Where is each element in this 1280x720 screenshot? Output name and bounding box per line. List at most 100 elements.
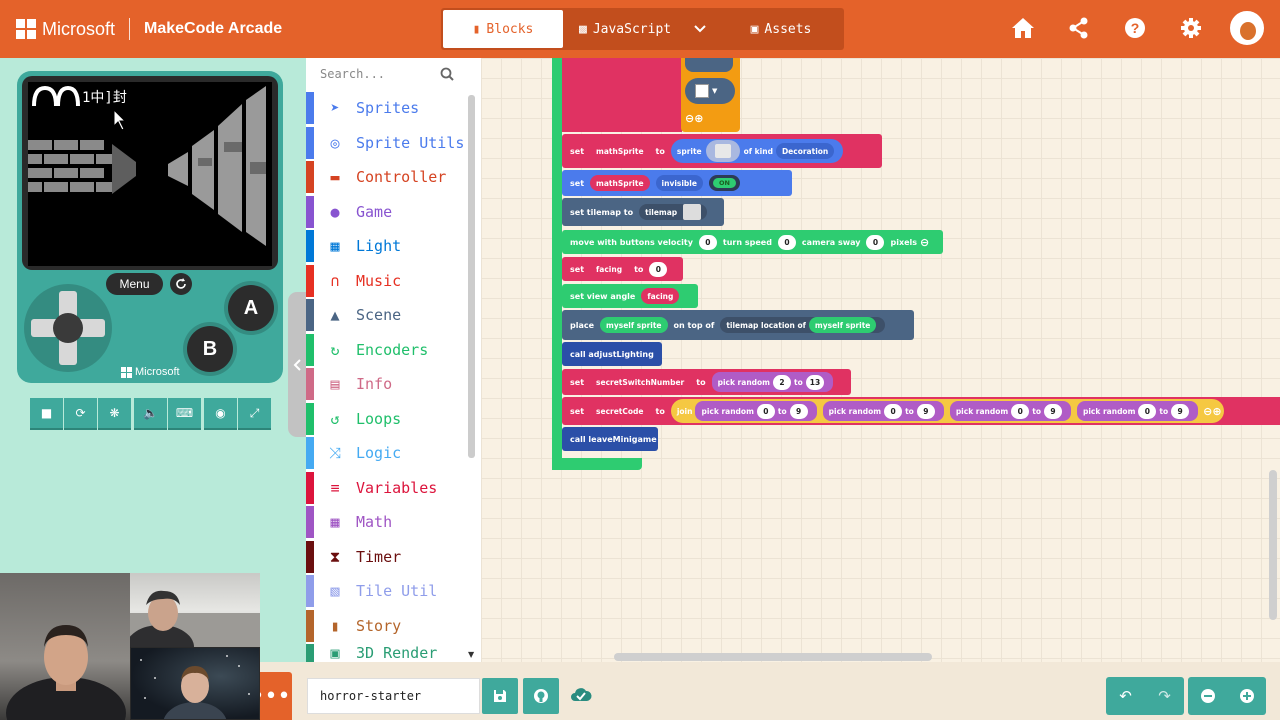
join-block[interactable]: join pick random 0 to 9 pick random 0 to 9 pic… [670, 399, 1224, 423]
toolbox-category-sprites[interactable]: ➤ Sprites [306, 92, 466, 124]
on-toggle[interactable]: ON [708, 175, 740, 191]
set-view-angle-block[interactable]: set view angle facing [562, 284, 698, 308]
place-on-tile-block[interactable]: place myself sprite on top of tilemap lo… [562, 310, 914, 340]
toolbox-scroll-down-icon[interactable]: ▼ [468, 650, 474, 659]
help-button[interactable]: ? [1118, 11, 1152, 45]
settings-button[interactable] [1174, 11, 1208, 45]
image-slot[interactable]: ▼ [685, 78, 735, 104]
call-adjust-lighting-block[interactable]: call adjustLighting [562, 342, 662, 366]
workspace-vertical-scrollbar[interactable] [1269, 470, 1277, 620]
add-remove-item-icon[interactable]: ⊖⊕ [685, 112, 703, 125]
set-secret-switch-block[interactable]: set secretSwitchNumber to pick random 2 … [562, 369, 851, 395]
collapse-simulator-button[interactable] [288, 292, 306, 437]
set-facing-block[interactable]: set facing to 0 [562, 257, 683, 281]
b-button[interactable]: B [187, 326, 233, 372]
toolbox-category-info[interactable]: ▤ Info [306, 368, 466, 400]
set-secret-code-block[interactable]: set secretCode to join pick random 0 to 9 p… [562, 397, 1280, 425]
toolbox-category-sprite-utils[interactable]: ◎ Sprite Utils [306, 126, 466, 159]
toolbox-category-light[interactable]: ▦ Light [306, 230, 466, 262]
random-min-value[interactable]: 0 [1011, 403, 1030, 419]
flag-dropdown[interactable]: invisible [655, 175, 703, 191]
zoom-out-button[interactable] [1188, 677, 1227, 715]
toolbox-scrollbar[interactable] [468, 95, 475, 458]
random-min-value[interactable]: 0 [1138, 403, 1157, 419]
pick-random-block[interactable]: pick random 0 to 9 [822, 401, 944, 421]
random-max-value[interactable]: 9 [789, 403, 808, 419]
language-dropdown[interactable] [685, 10, 715, 48]
toolbox-category-math[interactable]: ▦ Math [306, 506, 466, 538]
collapse-arg-icon[interactable]: ⊖ [920, 236, 929, 249]
set-tilemap-block[interactable]: set tilemap to tilemap [562, 198, 724, 226]
toolbox-category-scene[interactable]: ▲ Scene [306, 299, 466, 331]
var-dropdown[interactable]: secretSwitchNumber [590, 374, 691, 390]
random-max-value[interactable]: 9 [916, 403, 935, 419]
tab-assets[interactable]: ▣ Assets [721, 10, 841, 48]
toolbox-category-timer[interactable]: ⧗ Timer [306, 540, 466, 573]
toolbox-category-music[interactable]: ∩ Music [306, 264, 466, 297]
camera-sway-value[interactable]: 0 [866, 234, 885, 250]
tab-blocks[interactable]: ▮ Blocks [443, 10, 563, 48]
keyboard-button[interactable]: ⌨ [168, 398, 201, 430]
random-min-value[interactable]: 2 [773, 374, 791, 390]
toolbox-category-3d-render[interactable]: ▣ 3D Render [306, 644, 466, 662]
velocity-value[interactable]: 0 [698, 234, 717, 250]
pick-random-block[interactable]: pick random 0 to 9 [695, 401, 817, 421]
create-sprite-block[interactable] [562, 58, 682, 132]
toolbox-category-story[interactable]: ▮ Story [306, 609, 466, 642]
mute-button[interactable]: 🔈 [134, 398, 167, 430]
sprite-image-slot[interactable] [705, 140, 740, 162]
debug-button[interactable]: ❋ [98, 398, 131, 430]
call-leave-minigame-block[interactable]: call leaveMinigame [562, 427, 658, 451]
search-icon[interactable] [440, 67, 454, 81]
toolbox-category-controller[interactable]: ▬ Controller [306, 161, 466, 193]
game-screen[interactable]: 1中]封 [28, 82, 272, 266]
myself-sprite-arg[interactable]: myself sprite [808, 317, 877, 333]
restart-game-button[interactable] [170, 273, 192, 295]
screenshot-button[interactable]: ◉ [204, 398, 237, 430]
share-button[interactable] [1062, 11, 1096, 45]
toolbox-category-tile-util[interactable]: ▧ Tile Util [306, 575, 466, 607]
event-block-body[interactable] [552, 58, 562, 470]
project-name-input[interactable]: horror-starter [307, 678, 480, 714]
var-dropdown[interactable]: facing [590, 261, 629, 277]
toolbox-category-encoders[interactable]: ↻ Encoders [306, 333, 466, 366]
fullscreen-button[interactable]: ⤢ [238, 398, 271, 430]
myself-sprite-arg[interactable]: myself sprite [600, 317, 668, 333]
move-with-buttons-block[interactable]: move with buttons velocity 0 turn speed … [562, 230, 943, 254]
toolbox-category-logic[interactable]: ⤨ Logic [306, 437, 466, 469]
set-sprite-flag-block[interactable]: set mathSprite invisible ON [562, 170, 792, 196]
github-button[interactable] [523, 678, 559, 714]
menu-button[interactable]: Menu [106, 273, 163, 295]
save-button[interactable] [482, 678, 518, 714]
brand[interactable]: Microsoft MakeCode Arcade [16, 18, 282, 40]
event-block-footer[interactable] [552, 458, 642, 470]
turn-speed-value[interactable]: 0 [777, 234, 796, 250]
undo-button[interactable]: ↶ [1106, 677, 1145, 715]
random-min-value[interactable]: 0 [884, 403, 903, 419]
pick-random-block[interactable]: pick random 0 to 9 [1076, 401, 1199, 421]
a-button[interactable]: A [228, 285, 274, 331]
image-slot[interactable] [685, 58, 733, 72]
workspace-horizontal-scrollbar[interactable] [614, 653, 932, 661]
redo-button[interactable]: ↷ [1145, 677, 1184, 715]
random-max-value[interactable]: 9 [1171, 403, 1190, 419]
var-dropdown[interactable]: facing [641, 288, 680, 304]
var-dropdown[interactable]: secretCode [590, 403, 650, 419]
pick-random-block[interactable]: pick random 0 to 9 [949, 401, 1071, 421]
tilemap-slot[interactable]: tilemap [639, 204, 708, 220]
sprite-of-kind-block[interactable]: sprite of kind Decoration [670, 139, 844, 163]
toolbox-category-game[interactable]: ● Game [306, 195, 466, 228]
toolbox-category-variables[interactable]: ≡ Variables [306, 471, 466, 504]
pick-random-block[interactable]: pick random 2 to 13 [711, 372, 834, 392]
home-button[interactable] [1006, 11, 1040, 45]
set-sprite-block[interactable]: set mathSprite to sprite of kind Decorat… [562, 134, 882, 168]
stop-button[interactable]: ■ [30, 398, 63, 430]
toolbox-category-loops[interactable]: ↺ Loops [306, 402, 466, 435]
restart-button[interactable]: ⟳ [64, 398, 97, 430]
zoom-in-button[interactable] [1227, 677, 1266, 715]
blocks-workspace[interactable]: ▼ ⊖⊕ set mathSprite to sprite of kind De… [481, 58, 1280, 662]
add-remove-arg-icon[interactable]: ⊖⊕ [1203, 405, 1221, 418]
random-min-value[interactable]: 0 [756, 403, 775, 419]
var-dropdown[interactable]: mathSprite [590, 175, 650, 191]
tilemap-location-block[interactable]: tilemap location of myself sprite [720, 317, 886, 333]
